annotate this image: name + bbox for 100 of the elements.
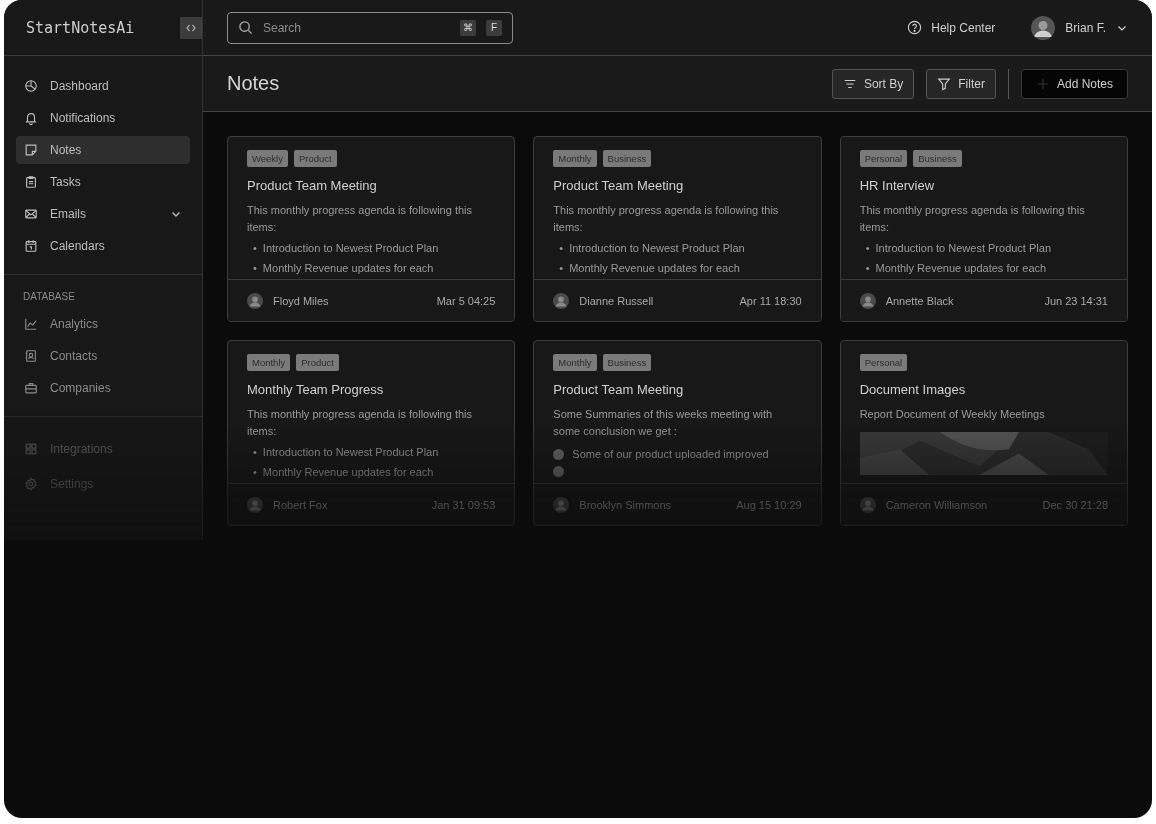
author-name: Annette Black (885, 294, 955, 307)
tag: Business (602, 354, 652, 371)
note-date: Jan 31 09:53 (431, 498, 496, 511)
note-title: Product Team Meeting (553, 178, 685, 193)
note-date: Dec 30 21:28 (1042, 498, 1108, 511)
tag: Product (296, 354, 339, 371)
tag: Personal (859, 354, 908, 371)
tag: Business (602, 150, 652, 167)
bullet-item: Introduction to Newest Product Plan (262, 445, 439, 460)
avatar-icon (859, 496, 876, 513)
note-card[interactable]: Monthly Business Product Team Meeting This monthly progress agenda is following this items: • Introduction to Newest Product Plan • Monthly Revenue updates for each Dianne Russell Apr 11 18:30 (533, 136, 822, 322)
collapse-sidebar-button[interactable] (180, 16, 202, 39)
bullet-item: Monthly Revenue updates for each (569, 261, 740, 276)
bullet-marker: • (865, 261, 870, 276)
note-title: Product Team Meeting (247, 178, 378, 193)
note-title: Product Team Meeting (553, 382, 685, 397)
sidebar-item[interactable]: Tasks (16, 168, 190, 196)
user-menu[interactable]: Brian F. (1031, 15, 1128, 40)
dashboard-icon (24, 79, 38, 93)
tag: Monthly (553, 354, 597, 371)
tag: Monthly (553, 150, 597, 167)
tag: Product (294, 150, 337, 167)
sidebar-item[interactable]: Notifications (16, 104, 190, 132)
note-date: Mar 5 04:25 (436, 294, 496, 307)
note-text: Report Document of Weekly Meetings (859, 407, 1046, 422)
note-card[interactable]: Monthly Product Monthly Team Progress This monthly progress agenda is following this items: • Introduction to Newest Product Plan • Monthly Revenue updates for each Robert Fox Jan 31 09:53 (227, 340, 516, 526)
bullet-marker: • (559, 241, 564, 256)
sort-button[interactable]: Sort By (831, 68, 915, 99)
author-name: Brooklyn Simmons (579, 498, 673, 511)
chart-icon (24, 317, 38, 331)
note-date: Jun 23 14:31 (1044, 294, 1108, 307)
add-notes-button[interactable]: Add Notes (1020, 68, 1128, 99)
note-icon (24, 143, 38, 157)
status-dot (553, 466, 565, 477)
shortcut-key: ⌘ (460, 19, 476, 36)
bullet-item: Monthly Revenue updates for each (262, 465, 434, 480)
author-name: Cameron Williamson (885, 498, 989, 511)
bullet-marker: • (559, 261, 564, 276)
note-card[interactable]: Monthly Business Product Team Meeting Some Summaries of this weeks meeting with some conclusion we get : Some of our product uploaded improved Brooklyn Simmons Aug 15 10:29 (533, 340, 822, 526)
note-text: This monthly progress agenda is following this items: (859, 203, 1086, 235)
help-icon (907, 20, 923, 35)
calendar-icon (24, 239, 38, 253)
sidebar-item[interactable]: Companies (16, 374, 190, 402)
bullet-marker: • (253, 261, 257, 276)
sidebar-item[interactable]: Dashboard (16, 72, 190, 100)
bullet-marker: • (865, 241, 870, 256)
tag: Weekly (247, 150, 288, 167)
sidebar-item[interactable]: Calendars (16, 232, 190, 260)
bullet-item: Monthly Revenue updates for each (875, 261, 1047, 276)
tag: Personal (859, 150, 908, 167)
author-name: Robert Fox (273, 498, 329, 511)
note-card[interactable]: Personal Business HR Interview This monthly progress agenda is following this items: • Introduction to Newest Product Plan • Monthly Revenue updates for each Annette Black Jun 23 14:31 (839, 136, 1128, 322)
search-icon (238, 20, 253, 35)
sidebar-item[interactable]: Emails (16, 200, 190, 228)
search-field[interactable]: Search ⌘ F (227, 11, 513, 44)
avatar-icon (247, 496, 263, 513)
search-input[interactable]: Search (259, 19, 450, 36)
briefcase-icon (24, 381, 38, 395)
tag: Business (913, 150, 962, 167)
contact-card-icon (24, 349, 38, 363)
avatar-icon (1031, 15, 1056, 40)
note-title: Monthly Team Progress (247, 382, 385, 397)
note-title: Document Images (859, 382, 967, 397)
note-card[interactable]: Weekly Product Product Team Meeting This monthly progress agenda is following this items: • Introduction to Newest Product Plan • Monthly Revenue updates for each Floyd Miles Mar 5 04:25 (227, 136, 516, 322)
app-logo: StartNotesAi (26, 18, 135, 37)
status-dot (553, 448, 565, 460)
clipboard-icon (24, 175, 38, 189)
note-card[interactable]: Personal Document Images Report Document of Weekly Meetings Cameron Williamson Dec 30 21:28 (839, 340, 1128, 526)
bell-icon (24, 111, 38, 125)
bullet-item: Introduction to Newest Product Plan (875, 241, 1051, 256)
note-title: HR Interview (859, 178, 936, 193)
section-title: DATABASE (22, 291, 76, 304)
check-item: Some of our product uploaded improved (572, 448, 769, 460)
note-text: This monthly progress agenda is following this items: (247, 203, 473, 235)
sidebar-item[interactable]: Notes (16, 136, 190, 164)
sidebar-item[interactable]: Analytics (16, 310, 190, 338)
filter-button[interactable]: Filter (926, 68, 996, 99)
bullet-item: Introduction to Newest Product Plan (262, 241, 439, 256)
help-center-link[interactable]: Help Center (907, 20, 996, 35)
bullet-item: Introduction to Newest Product Plan (569, 241, 745, 256)
author-name: Dianne Russell (579, 294, 655, 307)
settings-icon (24, 477, 38, 491)
envelope-icon (24, 207, 38, 221)
note-text: This monthly progress agenda is following this items: (553, 203, 780, 235)
bullet-marker: • (253, 465, 257, 480)
grid-icon (24, 442, 38, 456)
page-title: Notes (227, 72, 280, 95)
filter-icon (937, 76, 952, 91)
bullet-marker: • (253, 445, 257, 460)
tag: Monthly (247, 354, 291, 371)
avatar-icon (247, 292, 263, 309)
bullet-marker: • (253, 241, 257, 256)
bullet-item: Monthly Revenue updates for each (262, 261, 434, 276)
avatar-icon (553, 496, 570, 513)
note-text: Some Summaries of this weeks meeting with some conclusion we get : (553, 407, 774, 439)
shortcut-key: F (486, 19, 502, 36)
note-date: Apr 11 18:30 (739, 294, 802, 307)
note-date: Aug 15 10:29 (736, 498, 802, 511)
avatar-icon (553, 292, 570, 309)
sidebar-item[interactable]: Contacts (16, 342, 190, 370)
